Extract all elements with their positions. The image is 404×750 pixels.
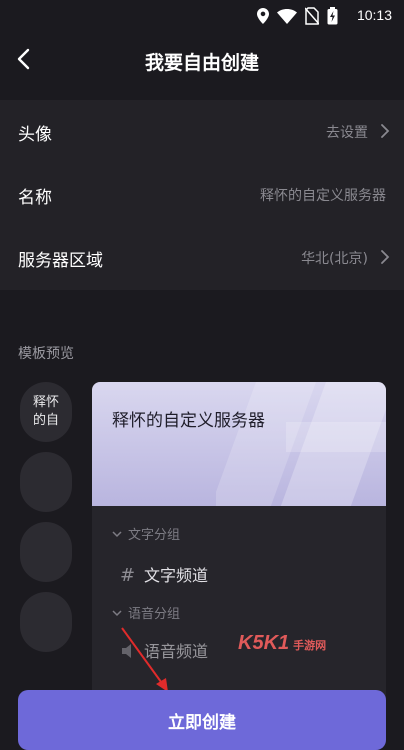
location-icon [257,8,269,24]
status-time: 10:13 [356,7,392,23]
avatar-label: 头像 [18,125,52,145]
page-title: 我要自由创建 [144,52,259,74]
wifi-icon [277,9,297,24]
template-preview-title: 模板预览 [18,346,74,362]
chevron-down-icon [112,531,122,538]
status-icons [257,6,338,26]
chevron-right-icon [381,124,390,138]
create-button[interactable]: 立即创建 [18,690,386,750]
avatar-row[interactable]: 头像 去设置 [0,100,404,163]
avatar-value: 去设置 [326,125,368,141]
avatar-placeholder [20,592,72,652]
battery-charging-icon [327,7,338,25]
region-label: 服务器区域 [18,251,103,271]
avatar-placeholder [20,522,72,582]
avatar-placeholder [20,452,72,512]
name-label: 名称 [18,188,52,208]
status-bar: 10:13 [0,0,404,32]
text-channel-item[interactable]: # 文字频道 [120,562,208,586]
hash-icon: # [120,565,136,586]
watermark: K5K1 手游网 [238,632,327,654]
region-row[interactable]: 服务器区域 华北(北京) [0,226,404,289]
region-value: 华北(北京) [301,251,368,267]
annotation-arrow [121,627,168,692]
banner-decoration [216,382,386,506]
create-button-label: 立即创建 [168,713,236,733]
name-row[interactable]: 名称 释怀的自定义服务器 [0,163,404,226]
server-banner: 释怀的自定义服务器 [92,382,386,506]
server-avatar: 释怀 的自 [20,382,72,442]
text-group-header[interactable]: 文字分组 [112,524,180,543]
server-name: 释怀的自定义服务器 [112,411,265,431]
header: 我要自由创建 [0,32,404,88]
voice-group-header[interactable]: 语音分组 [112,603,180,622]
server-avatar-text: 释怀 的自 [32,395,59,428]
server-settings-form: 头像 去设置 名称 释怀的自定义服务器 服务器区域 华北(北京) [0,100,404,290]
no-sim-icon [305,7,319,25]
name-input[interactable]: 释怀的自定义服务器 [260,185,386,205]
chevron-down-icon [112,610,122,617]
chevron-right-icon [381,250,390,264]
